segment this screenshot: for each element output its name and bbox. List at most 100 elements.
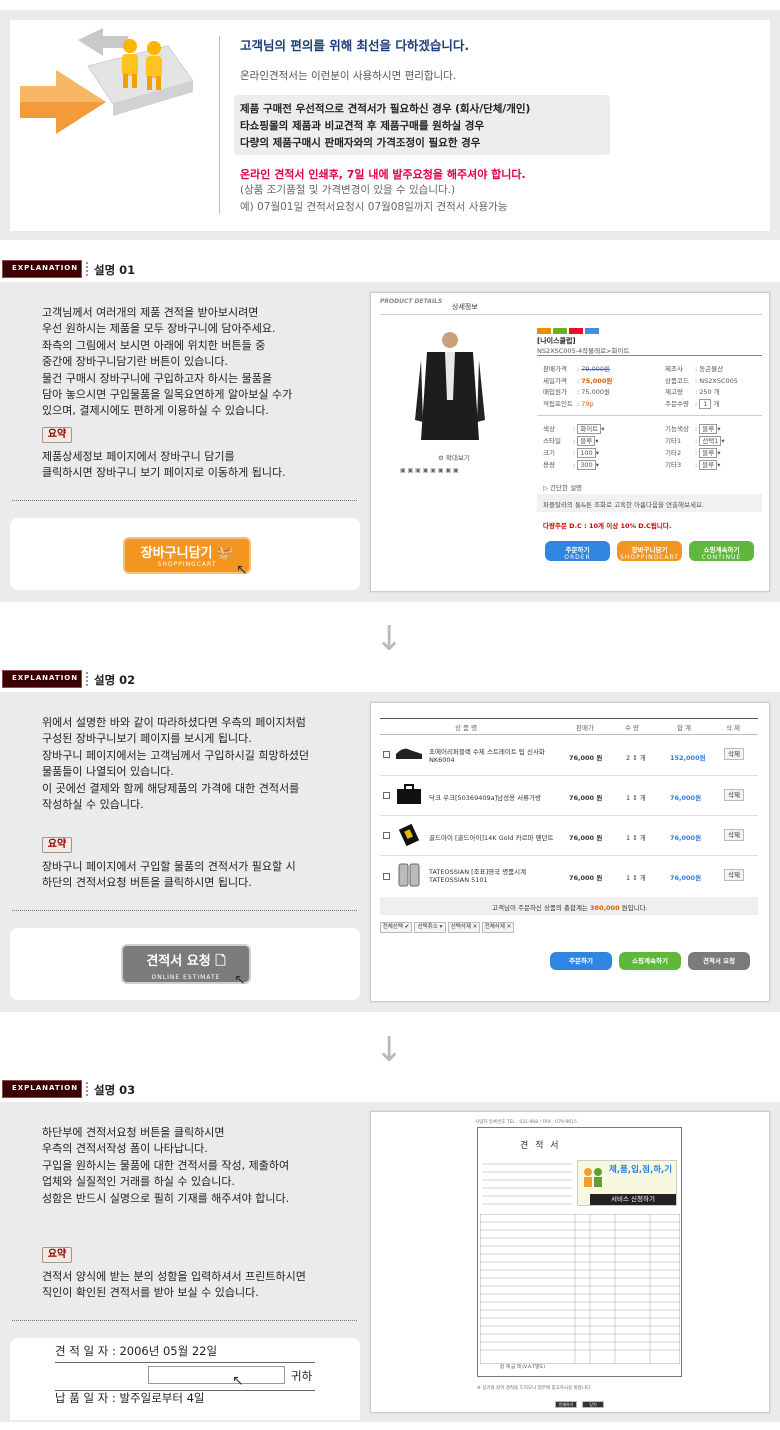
cart-item-name[interactable]: 골드아이 [골드아이]14K Gold 카르마 펜던트	[429, 832, 554, 842]
divider	[380, 855, 758, 856]
cart-item-qty[interactable]: 1 ↕ 개	[626, 872, 646, 882]
briefcase-thumbnail	[394, 782, 424, 807]
product-header: PRODUCT DETAILS	[380, 298, 443, 305]
divider	[380, 734, 758, 735]
section-2-summary: 장바구니 페이지에서 구입할 물품의 견적서가 필요할 시 하단의 견적서요청 버…	[42, 860, 296, 890]
separator	[86, 1082, 88, 1096]
row-checkbox[interactable]	[383, 873, 390, 880]
cart-item-name[interactable]: 초에어리퍼블랙 수제 스트레이트 팁 신사화 NK6004	[429, 748, 557, 764]
estimate-request-button[interactable]: 견적서 요청 🗋 ONLINE ESTIMATE	[121, 944, 251, 984]
order-button[interactable]: 주문하기	[550, 952, 612, 970]
delete-button[interactable]: 삭제	[724, 869, 744, 881]
estimate-item-table	[479, 1213, 681, 1365]
cart-item-qty[interactable]: 1 ↕ 개	[626, 792, 646, 802]
price-fields: 판매가격: 79,000원 세일가격: 75,000원 매입원가: 75,000…	[543, 365, 613, 408]
divider	[12, 1320, 357, 1321]
zoom-label[interactable]: ⚙ 확대보기	[438, 452, 470, 462]
cart-header: 합 계	[677, 724, 692, 732]
cursor-icon: ↖	[234, 972, 246, 988]
delete-selected-button[interactable]: 선택삭제 ✕	[448, 922, 480, 933]
select-all-button[interactable]: 전체선택 ✔	[380, 922, 412, 933]
row-checkbox[interactable]	[383, 832, 390, 839]
option-selects[interactable]: 색상: 화이트 ▾ 스타일: 블루 ▾ 크기: 100 ▾ 용량: 300 ▾	[543, 423, 653, 471]
section-2-body: 위에서 설명한 바와 같이 따라하셨다면 우측의 페이지처럼 구성된 장바구니보기…	[42, 716, 309, 812]
section-3-body: 하단부에 견적서요청 버튼을 클릭하시면 우측의 견적서작성 폼이 나타납니다. 구…	[42, 1126, 290, 1205]
estimate-info-lines	[482, 1156, 572, 1214]
estimate-date-label: 견 적 일 자 : 2006년 05월 22일	[55, 1344, 218, 1358]
divider	[380, 314, 762, 315]
delivery-date-label: 납 품 일 자 : 발주일로부터 4일	[55, 1391, 205, 1405]
summary-tag: 요약	[42, 427, 72, 443]
people-illustration	[581, 1166, 605, 1188]
suit-product-image	[415, 330, 485, 450]
estimate-title: 견 적 서	[520, 1141, 561, 1151]
separator	[86, 262, 88, 276]
cursor-icon: ↖	[236, 562, 248, 578]
divider	[55, 1362, 315, 1363]
cart-header: 판매가	[576, 724, 594, 732]
continue-shopping-button[interactable]: 쇼핑계속하기 CONTINUE SHOPPING	[689, 541, 754, 568]
cart-item-name[interactable]: 닥크 우크[50369409a]남성용 서류가방	[429, 792, 541, 802]
cart-item-qty[interactable]: 2 ↕ 개	[626, 752, 646, 762]
shoe-thumbnail	[394, 740, 424, 765]
cart-item-total: 76,000원	[670, 794, 702, 802]
down-arrow-icon: ↓	[375, 619, 404, 659]
divider	[12, 910, 357, 911]
cart-item-price: 76,000 원	[569, 754, 603, 762]
cart-item-qty[interactable]: 1 ↕ 개	[626, 832, 646, 842]
intro-point: 제품 구매전 우선적으로 견적서가 필요하신 경우 (회사/단체/개인)	[240, 103, 531, 115]
discount-text: 다량주문 D.C : 10개 이상 10% D.C됩니다.	[543, 522, 672, 530]
continue-shopping-button[interactable]: 쇼핑계속하기	[619, 952, 681, 970]
document-icon: 🗋	[215, 954, 226, 969]
intro-note: (상품 조기품절 및 가격변경이 있을 수 있습니다.)	[240, 184, 456, 196]
estimate-request-button[interactable]: 견적서 요청	[688, 952, 750, 970]
section-title: 설명 02	[94, 673, 136, 687]
product-info-fields: 제조사: 동곤물산 상품코드: NS2XSC005 재고량: 250 개 주문수…	[665, 365, 738, 409]
explanation-badge: EXPLANATION	[2, 670, 82, 688]
divider	[380, 775, 758, 776]
pendant-thumbnail	[394, 820, 424, 848]
add-to-cart-button[interactable]: 장바구니담기 🧺 SHOPPINGCART	[123, 537, 251, 574]
cart-item-price: 76,000 원	[569, 794, 603, 802]
summary-tag: 요약	[42, 837, 72, 853]
estimate-total-label: 합 계 금 액 (V.A.T별도)	[500, 1365, 546, 1370]
cursor-icon: ↖	[232, 1373, 244, 1389]
cart-total-text: 고객님이 주문하신 상품의 총합계는 380,000 원입니다.	[492, 904, 648, 912]
share-icons[interactable]: ▣ ▣ ▣ ▣ ▣ ▣ ▣ ▣	[400, 467, 510, 477]
recipient-name-input[interactable]	[148, 1366, 285, 1384]
down-arrow-icon: ↓	[375, 1030, 404, 1070]
delete-button[interactable]: 삭제	[724, 829, 744, 841]
product-badges	[537, 324, 617, 334]
delete-button[interactable]: 삭제	[724, 789, 744, 801]
banner-subtitle[interactable]: 서비스 신청하기	[590, 1194, 676, 1205]
memo-text: 파플탈라의 통&톤 조화로 고혹한 아름다움을 연출해보세요.	[543, 501, 704, 509]
memo-title: ▷ 간단한 설명	[543, 484, 583, 492]
divider	[537, 355, 762, 356]
product-header-label: 상세정보	[452, 303, 478, 311]
basket-icon: 🧺	[217, 546, 234, 561]
intro-point: 다량의 제품구매시 판매자와의 가격조정이 필요한 경우	[240, 137, 481, 149]
option-selects-2[interactable]: 기능색상: 블루 ▾ 기타1: 선택1 ▾ 기타2: 블루 ▾ 기타3: 블루 ▾	[665, 423, 765, 471]
separator	[86, 672, 88, 686]
intro-divider	[219, 36, 220, 214]
product-code: NS2XSC005-4작물레로>화이트	[537, 347, 630, 355]
close-button[interactable]: 닫기	[582, 1401, 604, 1408]
intro-point: 타쇼핑몰의 제품과 비교견적 후 제품구매를 원하실 경우	[240, 120, 485, 132]
deselect-button[interactable]: 선택취소 ▾	[414, 922, 446, 933]
divider	[380, 718, 758, 719]
row-checkbox[interactable]	[383, 751, 390, 758]
row-checkbox[interactable]	[383, 792, 390, 799]
divider	[380, 815, 758, 816]
cart-item-name[interactable]: TATEOSSIAN [조표]영국 명품시계 TATEOSSIAN 5101	[429, 868, 557, 884]
cart-header: 상 품 명	[455, 724, 478, 732]
order-button[interactable]: 주문하기 ORDER	[545, 541, 610, 561]
delete-button[interactable]: 삭제	[724, 748, 744, 760]
print-button[interactable]: 인쇄하기	[555, 1401, 577, 1408]
cart-item-price: 76,000 원	[569, 834, 603, 842]
delete-all-button[interactable]: 전체삭제 ✕	[482, 922, 514, 933]
divider	[537, 415, 762, 416]
explanation-badge: EXPLANATION	[2, 1080, 82, 1098]
cart-item-price: 76,000 원	[569, 874, 603, 882]
cart-header: 삭 제	[726, 724, 741, 732]
cart-button[interactable]: 장바구니담기 SHOPPINGCART	[617, 541, 682, 561]
